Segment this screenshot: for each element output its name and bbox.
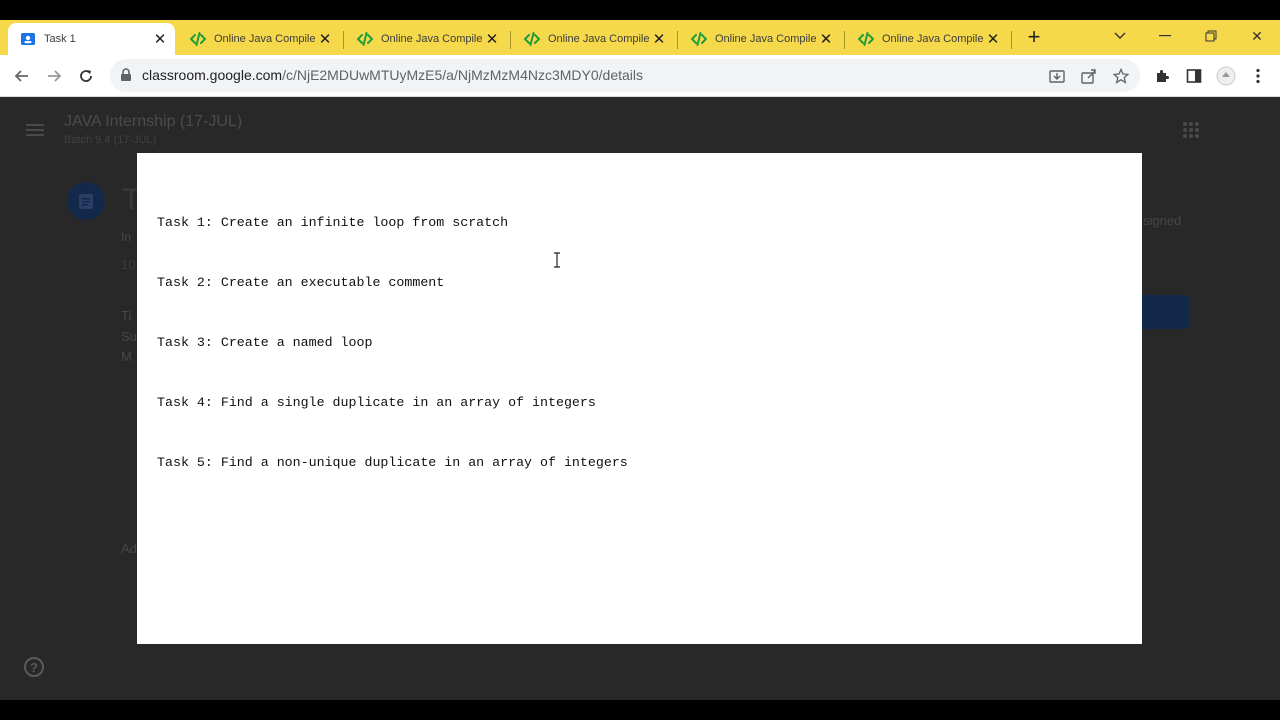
task-line: Task 5: Find a non-unique duplicate in a… [157, 455, 628, 470]
code-icon [858, 31, 874, 47]
bg-text-fragment: In [121, 230, 132, 244]
code-icon [357, 31, 373, 47]
code-icon [190, 31, 206, 47]
tab-separator [1011, 31, 1012, 49]
bg-text-fragment: Ad [121, 541, 137, 556]
document-text: Task 1: Create an infinite loop from scr… [157, 173, 628, 513]
url-host: classroom.google.com [142, 67, 283, 83]
tab-title: Task 1 [44, 33, 76, 45]
tab-close-icon[interactable]: ✕ [316, 30, 334, 48]
tab-strip: Task 1 ✕ Online Java Compiler - ✕ Online… [0, 20, 1280, 55]
tab-online-java-compiler[interactable]: Online Java Compiler - ✕ [178, 23, 340, 55]
bg-text-fragment: Su [121, 329, 137, 344]
task-line: Task 3: Create a named loop [157, 335, 373, 350]
bottom-bar [0, 700, 1280, 720]
tab-separator [510, 31, 511, 49]
install-icon[interactable] [1047, 66, 1067, 86]
url-text: classroom.google.com/c/NjE2MDUwMTUyMzE5/… [142, 67, 643, 83]
tab-title: Online Java Compiler - [548, 33, 650, 45]
tab-title: Online Java Compiler - [715, 33, 817, 45]
classroom-icon [20, 31, 36, 47]
tab-close-icon[interactable]: ✕ [984, 30, 1002, 48]
tab-online-java-compiler[interactable]: Online Java Compiler - ✕ [846, 23, 1008, 55]
bookmark-star-icon[interactable] [1111, 66, 1131, 86]
course-title[interactable]: JAVA Internship (17-JUL) [64, 113, 242, 131]
text-cursor-icon [553, 252, 561, 273]
restore-button[interactable] [1197, 24, 1225, 48]
tab-search-icon[interactable] [1106, 24, 1134, 48]
side-panel-icon[interactable] [1183, 65, 1205, 87]
bg-text-fragment: Ti [121, 308, 132, 323]
tab-close-icon[interactable]: ✕ [817, 30, 835, 48]
tab-title: Online Java Compiler - [214, 33, 316, 45]
google-apps-icon[interactable] [1182, 121, 1200, 144]
tab-separator [844, 31, 845, 49]
forward-icon[interactable] [41, 63, 67, 89]
extensions-icon[interactable] [1151, 65, 1173, 87]
tab-separator [677, 31, 678, 49]
assigned-status: signed [1143, 213, 1182, 228]
lock-icon [120, 68, 132, 87]
new-tab-button[interactable]: + [1022, 24, 1046, 49]
code-icon [524, 31, 540, 47]
course-subtitle: Batch 9.4 (17-JUL) [64, 134, 157, 146]
tab-online-java-compiler[interactable]: Online Java Compiler - ✕ [679, 23, 841, 55]
tab-close-icon[interactable]: ✕ [483, 30, 501, 48]
document-preview: Task 1: Create an infinite loop from scr… [137, 153, 1142, 644]
hamburger-menu-icon[interactable] [26, 123, 44, 141]
task-line: Task 1: Create an infinite loop from scr… [157, 215, 509, 230]
tab-close-icon[interactable]: ✕ [650, 30, 668, 48]
address-bar[interactable]: classroom.google.com/c/NjE2MDUwMTUyMzE5/… [110, 59, 1140, 92]
reload-icon[interactable] [73, 63, 99, 89]
minimize-button[interactable] [1151, 24, 1179, 48]
bg-text-fragment: M [121, 349, 132, 364]
task-line: Task 2: Create an executable comment [157, 275, 445, 290]
task-line: Task 4: Find a single duplicate in an ar… [157, 395, 596, 410]
url-path: /c/NjE2MDUwMTUyMzE5/a/NjMzMzM4Nzc3MDY0/d… [282, 67, 643, 83]
tab-title: Online Java Compiler - [882, 33, 984, 45]
back-icon[interactable] [9, 63, 35, 89]
screen: Task 1 ✕ Online Java Compiler - ✕ Online… [0, 0, 1280, 720]
browser-toolbar: classroom.google.com/c/NjE2MDUwMTUyMzE5/… [0, 55, 1280, 97]
more-menu-icon[interactable] [1247, 65, 1269, 87]
tab-title: Online Java Compiler - [381, 33, 483, 45]
tab-separator [343, 31, 344, 49]
tab-online-java-compiler[interactable]: Online Java Compiler - ✕ [345, 23, 507, 55]
assignment-icon [67, 182, 105, 220]
code-icon [691, 31, 707, 47]
share-icon[interactable] [1079, 66, 1099, 86]
tab-close-icon[interactable]: ✕ [151, 30, 169, 48]
tab-task-1[interactable]: Task 1 ✕ [8, 23, 175, 55]
tab-online-java-compiler[interactable]: Online Java Compiler - ✕ [512, 23, 674, 55]
bg-text-fragment: 10 [121, 257, 136, 272]
help-icon[interactable]: ? [24, 657, 44, 677]
profile-avatar-icon[interactable] [1215, 65, 1237, 87]
window-close-button[interactable]: ✕ [1243, 24, 1271, 48]
